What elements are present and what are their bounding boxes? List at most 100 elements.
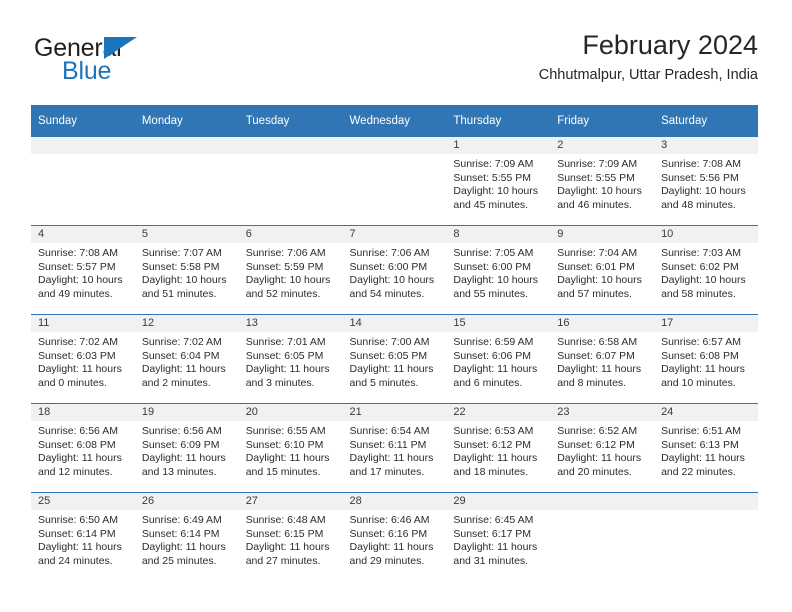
calendar-day-cell[interactable]: 1 Sunrise: 7:09 AM Sunset: 5:55 PM Daylight…: [446, 137, 551, 226]
sunset-text: Sunset: 6:02 PM: [661, 260, 739, 273]
calendar-day-cell[interactable]: 21 Sunrise: 6:54 AM Sunset: 6:11 PM Dayligh…: [342, 403, 447, 493]
sunset-text: Sunset: 6:06 PM: [453, 349, 532, 362]
daylight-text-line1: Daylight: 11 hours: [349, 452, 434, 465]
daylight-text-line1: Daylight: 11 hours: [453, 541, 538, 554]
sunset-text: Sunset: 6:05 PM: [245, 349, 324, 362]
calendar-day-cell[interactable]: 8 Sunrise: 7:05 AM Sunset: 6:00 PM Daylight…: [446, 225, 551, 315]
day-number: 21: [342, 404, 447, 421]
day-details: Sunrise: 6:48 AM Sunset: 6:15 PM Daylight:…: [239, 510, 343, 568]
day-number: 23: [550, 404, 655, 421]
calendar-day-cell[interactable]: 25 Sunrise: 6:50 AM Sunset: 6:14 PM Dayligh…: [31, 492, 135, 581]
calendar-day-cell[interactable]: 10 Sunrise: 7:03 AM Sunset: 6:02 PM Dayligh…: [654, 225, 758, 315]
calendar-day-cell[interactable]: 11 Sunrise: 7:02 AM Sunset: 6:03 PM Dayligh…: [31, 314, 135, 404]
day-details: Sunrise: 6:58 AM Sunset: 6:07 PM Daylight:…: [550, 332, 654, 390]
calendar-day-cell[interactable]: 7 Sunrise: 7:06 AM Sunset: 6:00 PM Daylight…: [342, 225, 447, 315]
sunset-text: Sunset: 6:04 PM: [141, 349, 220, 362]
day-details: Sunrise: 7:02 AM Sunset: 6:03 PM Daylight:…: [31, 332, 135, 390]
calendar-day-cell[interactable]: 2 Sunrise: 7:09 AM Sunset: 5:55 PM Daylight…: [550, 137, 655, 226]
daylight-text-line1: Daylight: 10 hours: [38, 274, 123, 287]
daylight-text-line1: Daylight: 11 hours: [661, 363, 745, 376]
daylight-text-line2: and 49 minutes.: [38, 287, 113, 300]
calendar-week-row: 1 Sunrise: 7:09 AM Sunset: 5:55 PM Daylight…: [31, 137, 758, 226]
calendar-week-row: 4 Sunrise: 7:08 AM Sunset: 5:57 PM Daylight…: [31, 225, 758, 315]
sunrise-text: Sunrise: 6:57 AM: [661, 336, 742, 348]
sunset-text: Sunset: 6:01 PM: [557, 260, 635, 273]
daylight-text-line2: and 0 minutes.: [38, 376, 107, 389]
calendar-day-cell[interactable]: 4 Sunrise: 7:08 AM Sunset: 5:57 PM Daylight…: [31, 225, 135, 315]
calendar-header-row: Sunday Monday Tuesday Wednesday Thursday…: [31, 105, 758, 137]
weekday-header-saturday: Saturday: [654, 105, 758, 137]
weekday-header-thursday: Thursday: [446, 105, 551, 137]
calendar-day-cell[interactable]: 22 Sunrise: 6:53 AM Sunset: 6:12 PM Dayligh…: [446, 403, 551, 493]
day-details: Sunrise: 6:46 AM Sunset: 6:16 PM Daylight:…: [343, 510, 447, 568]
day-details: Sunrise: 6:50 AM Sunset: 6:14 PM Daylight:…: [31, 510, 135, 568]
calendar-day-cell[interactable]: 28 Sunrise: 6:46 AM Sunset: 6:16 PM Dayligh…: [342, 492, 447, 581]
day-number: [134, 137, 239, 154]
calendar-day-cell[interactable]: 16 Sunrise: 6:58 AM Sunset: 6:07 PM Dayligh…: [550, 314, 655, 404]
calendar-day-cell[interactable]: 9 Sunrise: 7:04 AM Sunset: 6:01 PM Daylight…: [550, 225, 655, 315]
daylight-text-line2: and 2 minutes.: [141, 376, 211, 389]
day-number: 2: [550, 137, 655, 154]
page-subtitle: Chhutmalpur, Uttar Pradesh, India: [538, 67, 758, 83]
calendar-day-cell[interactable]: 3 Sunrise: 7:08 AM Sunset: 5:56 PM Daylight…: [654, 137, 758, 226]
calendar-day-cell[interactable]: 24 Sunrise: 6:51 AM Sunset: 6:13 PM Dayligh…: [654, 403, 758, 493]
day-number: 18: [31, 404, 135, 421]
day-details: Sunrise: 7:02 AM Sunset: 6:04 PM Daylight:…: [135, 332, 239, 390]
calendar-day-cell-empty: [31, 137, 135, 226]
weekday-header-sunday: Sunday: [31, 105, 135, 137]
daylight-text-line1: Daylight: 11 hours: [141, 452, 226, 465]
calendar-day-cell[interactable]: 5 Sunrise: 7:07 AM Sunset: 5:58 PM Daylight…: [134, 225, 239, 315]
sunrise-text: Sunrise: 6:48 AM: [245, 514, 326, 526]
brand-logo[interactable]: General Blue: [34, 34, 264, 90]
calendar-day-cell[interactable]: 19 Sunrise: 6:56 AM Sunset: 6:09 PM Dayligh…: [134, 403, 239, 493]
weekday-header-monday: Monday: [134, 105, 239, 137]
calendar-day-cell[interactable]: 20 Sunrise: 6:55 AM Sunset: 6:10 PM Dayligh…: [238, 403, 343, 493]
daylight-text-line1: Daylight: 11 hours: [38, 363, 122, 376]
sunrise-text: Sunrise: 6:55 AM: [245, 425, 326, 437]
weekday-header-friday: Friday: [550, 105, 655, 137]
calendar-day-cell[interactable]: 13 Sunrise: 7:01 AM Sunset: 6:05 PM Dayligh…: [238, 314, 343, 404]
daylight-text-line2: and 48 minutes.: [661, 198, 736, 211]
day-number: [550, 493, 655, 510]
sunrise-text: Sunrise: 7:02 AM: [141, 336, 222, 348]
sunrise-text: Sunrise: 6:51 AM: [661, 425, 742, 437]
sunrise-text: Sunrise: 7:08 AM: [661, 158, 742, 170]
sunset-text: Sunset: 6:14 PM: [141, 527, 220, 540]
day-details: Sunrise: 6:52 AM Sunset: 6:12 PM Daylight:…: [550, 421, 654, 479]
sunset-text: Sunset: 6:07 PM: [557, 349, 635, 362]
day-number: 27: [238, 493, 343, 510]
daylight-text-line1: Daylight: 10 hours: [245, 274, 331, 287]
calendar-day-cell[interactable]: 23 Sunrise: 6:52 AM Sunset: 6:12 PM Dayligh…: [550, 403, 655, 493]
calendar-day-cell[interactable]: 17 Sunrise: 6:57 AM Sunset: 6:08 PM Dayligh…: [654, 314, 758, 404]
day-details: Sunrise: 6:59 AM Sunset: 6:06 PM Daylight:…: [446, 332, 550, 390]
calendar-day-cell[interactable]: 29 Sunrise: 6:45 AM Sunset: 6:17 PM Dayligh…: [446, 492, 551, 581]
sunrise-text: Sunrise: 6:53 AM: [453, 425, 534, 437]
calendar-day-cell[interactable]: 26 Sunrise: 6:49 AM Sunset: 6:14 PM Dayligh…: [134, 492, 239, 581]
calendar-day-cell[interactable]: 14 Sunrise: 7:00 AM Sunset: 6:05 PM Dayligh…: [342, 314, 447, 404]
daylight-text-line1: Daylight: 11 hours: [453, 363, 538, 376]
day-details: Sunrise: 7:03 AM Sunset: 6:02 PM Daylight:…: [654, 243, 758, 301]
sunrise-text: Sunrise: 6:52 AM: [557, 425, 638, 437]
day-number: 19: [134, 404, 239, 421]
sunrise-text: Sunrise: 6:56 AM: [141, 425, 222, 437]
day-number: 15: [446, 315, 551, 332]
sunset-text: Sunset: 5:55 PM: [453, 171, 532, 184]
sunrise-text: Sunrise: 6:58 AM: [557, 336, 638, 348]
day-number: [342, 137, 447, 154]
calendar-day-cell[interactable]: 12 Sunrise: 7:02 AM Sunset: 6:04 PM Dayligh…: [134, 314, 239, 404]
sunrise-text: Sunrise: 6:54 AM: [349, 425, 430, 437]
sunset-text: Sunset: 6:05 PM: [349, 349, 428, 362]
sunrise-text: Sunrise: 6:50 AM: [38, 514, 118, 526]
page-header: General Blue February 2024 Chhutmalpur, …: [34, 28, 758, 96]
calendar-day-cell[interactable]: 18 Sunrise: 6:56 AM Sunset: 6:08 PM Dayligh…: [31, 403, 135, 493]
day-details: Sunrise: 6:54 AM Sunset: 6:11 PM Daylight:…: [343, 421, 447, 479]
calendar-day-cell[interactable]: 27 Sunrise: 6:48 AM Sunset: 6:15 PM Dayligh…: [238, 492, 343, 581]
daylight-text-line1: Daylight: 11 hours: [38, 452, 122, 465]
sunset-text: Sunset: 6:14 PM: [38, 527, 116, 540]
calendar-day-cell[interactable]: 15 Sunrise: 6:59 AM Sunset: 6:06 PM Dayligh…: [446, 314, 551, 404]
calendar-day-cell[interactable]: 6 Sunrise: 7:06 AM Sunset: 5:59 PM Daylight…: [238, 225, 343, 315]
daylight-text-line2: and 58 minutes.: [661, 287, 736, 300]
day-number: [654, 493, 758, 510]
calendar-day-cell-empty: [550, 492, 655, 581]
sunrise-text: Sunrise: 7:08 AM: [38, 247, 118, 259]
